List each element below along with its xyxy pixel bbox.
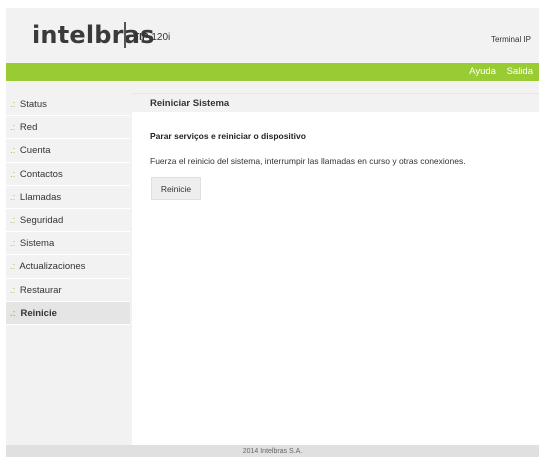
sidebar-item-label: Reinicie (20, 307, 57, 319)
sidebar: .: Status .: Red .: Cuenta .: Contactos … (6, 93, 130, 445)
sidebar-item-seguridad[interactable]: .: Seguridad (6, 208, 130, 233)
nav-prefix: .: (10, 261, 16, 273)
model-number: 120i (151, 32, 171, 43)
main-content: Reiniciar Sistema Parar serviços e reini… (132, 93, 539, 445)
sidebar-item-label: Cuenta (19, 145, 51, 157)
nav-prefix: .: (10, 168, 16, 180)
nav-prefix: .: (10, 307, 16, 319)
sidebar-item-label: Red (19, 122, 38, 134)
sidebar-item-reinicie[interactable]: .: Reinicie (6, 301, 130, 325)
help-link[interactable]: Ayuda (469, 66, 496, 77)
nav-prefix: .: (10, 284, 16, 296)
logo-divider (124, 22, 126, 48)
model-prefix: TIP (133, 32, 149, 43)
sidebar-item-label: Seguridad (19, 214, 64, 226)
nav-prefix: .: (10, 145, 16, 157)
sidebar-item-actualizaciones[interactable]: .: Actualizaciones (6, 255, 130, 279)
header: intelbras TIP 120i Terminal IP (6, 8, 539, 63)
device-type-label: Terminal IP (490, 35, 531, 44)
reboot-button[interactable]: Reinicie (151, 177, 201, 200)
section-title: Parar serviços e reiniciar o dispositivo (150, 131, 306, 141)
sidebar-item-red[interactable]: .: Red (6, 116, 130, 140)
sidebar-item-restaurar[interactable]: .: Restaurar (6, 278, 130, 302)
page-title: Reiniciar Sistema (132, 93, 539, 112)
nav-prefix: .: (10, 99, 16, 110)
sidebar-item-label: Contactos (19, 168, 63, 180)
sidebar-item-label: Restaurar (19, 284, 62, 296)
sidebar-item-label: Sistema (19, 238, 55, 250)
description-text: Fuerza el reinicio del sistema, interrum… (150, 156, 466, 166)
device-model: TIP 120i (133, 32, 170, 43)
sidebar-item-sistema[interactable]: .: Sistema (6, 232, 130, 256)
app-frame: intelbras TIP 120i Terminal IP Ayuda Sal… (6, 8, 539, 457)
nav-prefix: .: (10, 122, 16, 134)
footer: 2014 Intelbras S.A. (6, 445, 539, 457)
logout-link[interactable]: Salida (507, 66, 533, 77)
sidebar-item-label: Llamadas (19, 191, 62, 203)
sidebar-item-label: Actualizaciones (19, 261, 86, 273)
sidebar-item-status[interactable]: .: Status (6, 93, 130, 117)
sidebar-item-contactos[interactable]: .: Contactos (6, 162, 130, 186)
nav-prefix: .: (10, 214, 16, 226)
nav-prefix: .: (10, 191, 16, 203)
sidebar-item-cuenta[interactable]: .: Cuenta (6, 139, 130, 163)
top-links: Ayuda Salida (461, 66, 533, 77)
nav-prefix: .: (10, 238, 16, 250)
sidebar-item-llamadas[interactable]: .: Llamadas (6, 185, 130, 209)
top-nav-bar: Ayuda Salida (6, 63, 539, 81)
sidebar-item-label: Status (19, 99, 47, 110)
